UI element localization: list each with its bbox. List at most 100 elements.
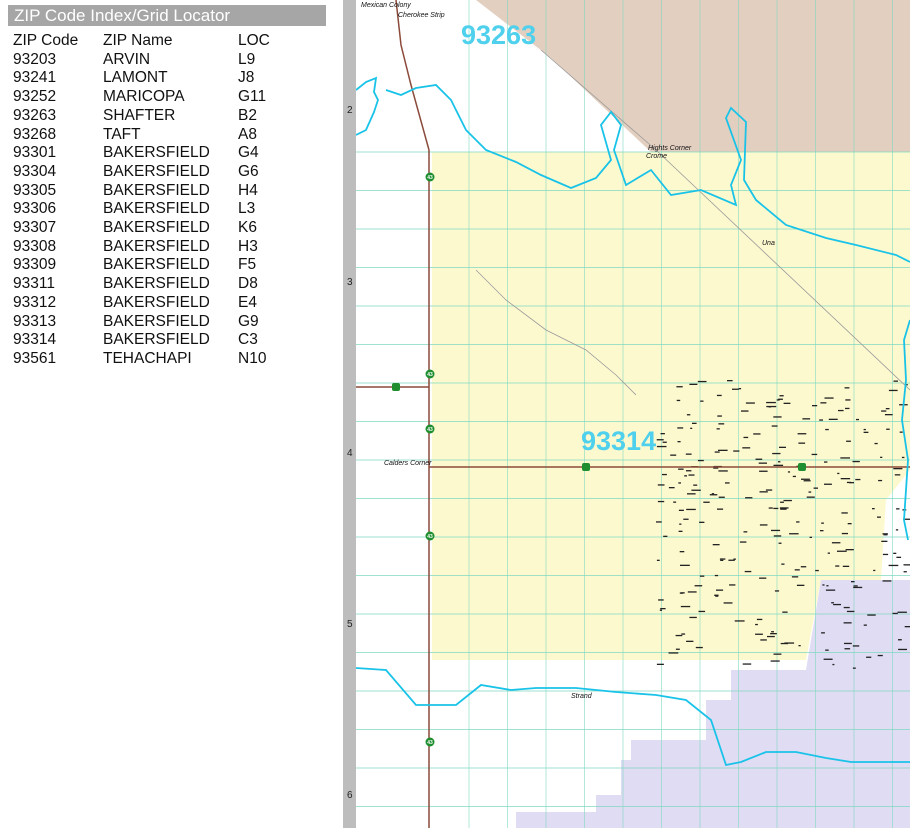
street-segment	[767, 635, 775, 638]
street-segment	[689, 616, 697, 619]
street-segment	[685, 453, 692, 455]
highway-shield-icon: 43	[425, 424, 435, 434]
street-segment	[853, 585, 858, 587]
zip-code-cell: 93305	[13, 181, 57, 199]
street-segment	[776, 399, 780, 401]
street-segment	[821, 522, 824, 524]
zip-label-93263: 93263	[461, 20, 536, 50]
street-segment	[844, 642, 852, 645]
street-segment	[691, 489, 701, 491]
index-title: ZIP Code Index/Grid Locator	[8, 5, 326, 26]
street-segment	[678, 509, 684, 511]
street-segment	[825, 428, 829, 431]
street-segment	[844, 387, 850, 389]
street-segment	[808, 491, 812, 493]
street-segment	[678, 468, 684, 470]
place-label: Calders Corner	[384, 460, 432, 467]
street-segment	[815, 569, 819, 572]
loc-cell: G9	[238, 312, 259, 330]
street-segment	[732, 388, 739, 390]
street-segment	[800, 566, 807, 568]
street-segment	[698, 610, 706, 613]
street-segment	[773, 507, 779, 510]
street-segment	[703, 501, 710, 503]
street-segment	[657, 484, 665, 486]
street-segment	[771, 425, 778, 427]
canal	[356, 76, 379, 136]
zip-name-cell: BAKERSFIELD	[103, 331, 210, 349]
loc-cell: L9	[238, 50, 256, 68]
street-segment	[771, 631, 774, 633]
street-segment	[773, 416, 782, 418]
zip-index-panel: ZIP Code Index/Grid Locator ZIP Code ZIP…	[0, 0, 340, 828]
zip-code-cell: 93263	[13, 106, 57, 124]
street-segment	[662, 473, 667, 476]
zip-code-cell: 93311	[13, 275, 55, 293]
street-segment	[692, 422, 697, 424]
street-segment	[896, 556, 902, 558]
street-segment	[675, 634, 683, 637]
zip-name-cell: BAKERSFIELD	[103, 200, 210, 218]
street-segment	[774, 590, 780, 592]
street-segment	[759, 524, 768, 526]
street-segment	[882, 553, 889, 556]
street-segment	[827, 552, 830, 554]
svg-text:43: 43	[427, 175, 433, 181]
street-segment	[770, 660, 780, 662]
street-segment	[780, 508, 787, 510]
street-segment	[783, 499, 792, 502]
street-segment	[863, 624, 867, 626]
street-segment	[822, 584, 825, 586]
street-segment	[898, 648, 907, 651]
street-segment	[656, 439, 664, 441]
index-row: 93305 BAKERSFIELD H4	[13, 182, 278, 201]
street-segment	[840, 478, 851, 480]
street-segment	[679, 523, 682, 525]
street-segment	[803, 480, 811, 482]
street-segment	[716, 428, 720, 430]
grid-ruler: 2 3 4 5 6	[343, 0, 356, 828]
street-segment	[742, 447, 751, 449]
highway-shield-icon: 43	[425, 531, 435, 541]
zip-name-cell: BAKERSFIELD	[103, 237, 210, 255]
street-segment	[841, 532, 848, 535]
street-segment	[760, 639, 767, 641]
highway-shield-icon	[798, 463, 806, 471]
street-segment	[852, 645, 860, 647]
svg-text:43: 43	[427, 534, 433, 540]
column-header-zip-code: ZIP Code	[13, 32, 79, 49]
street-segment	[866, 656, 872, 658]
street-segment	[851, 581, 855, 583]
street-segment	[867, 614, 876, 616]
street-segment	[755, 623, 758, 626]
street-segment	[690, 427, 693, 429]
street-segment	[700, 400, 704, 402]
svg-text:43: 43	[427, 740, 433, 746]
street-segment	[699, 521, 705, 523]
street-segment	[880, 456, 883, 458]
place-label: Hights Corner	[648, 145, 692, 152]
zip-name-cell: SHAFTER	[103, 106, 176, 124]
street-segment	[831, 602, 834, 604]
street-segment	[714, 451, 720, 453]
index-header-row: ZIP Code ZIP Name LOC	[13, 32, 278, 51]
street-segment	[872, 508, 875, 510]
street-segment	[758, 462, 767, 464]
zip-code-cell: 93312	[13, 293, 57, 311]
street-segment	[656, 445, 667, 448]
street-segment	[852, 460, 860, 463]
street-segment	[714, 574, 719, 577]
place-label: Mexican Colony	[361, 2, 411, 9]
street-segment	[680, 592, 685, 594]
street-segment	[881, 410, 887, 412]
place-label: Una	[762, 240, 775, 247]
street-segment	[897, 611, 907, 613]
street-segment	[738, 388, 742, 390]
street-segment	[657, 500, 665, 503]
street-segment	[725, 482, 730, 484]
street-segment	[676, 386, 683, 388]
street-segment	[801, 478, 810, 480]
street-segment	[741, 410, 749, 412]
index-row: 93313 BAKERSFIELD G9	[13, 313, 278, 332]
street-segment	[820, 530, 824, 532]
